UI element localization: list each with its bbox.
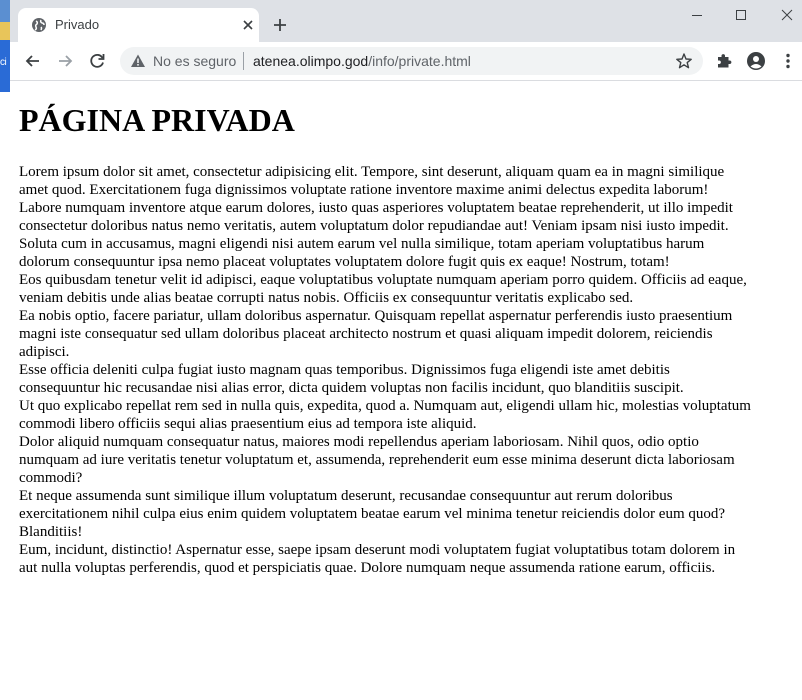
- body-text-line: Soluta cum in accusamus, magni eligendi …: [19, 236, 705, 252]
- globe-icon: [32, 18, 46, 32]
- minimize-icon[interactable]: [688, 6, 706, 24]
- close-icon[interactable]: [240, 17, 256, 33]
- address-bar[interactable]: No es seguro atenea.olimpo.god/info/priv…: [120, 47, 703, 75]
- body-text-line: commodi?: [19, 470, 83, 486]
- body-text-line: Ea nobis optio, facere pariatur, ullam d…: [19, 308, 733, 324]
- browser-window: Privado No es seguro atenea.olimpo.god/i…: [10, 0, 802, 700]
- body-text-line: Eum, incidunt, distinctio! Aspernatur es…: [19, 542, 736, 558]
- body-text-line: Esse officia deleniti culpa fugiat iusto…: [19, 362, 670, 378]
- kebab-menu-icon[interactable]: [778, 51, 798, 71]
- arrow-right-icon[interactable]: [55, 51, 75, 71]
- omnibox-separator: [243, 52, 244, 70]
- star-icon[interactable]: [675, 52, 693, 70]
- body-text-line: aut nulla voluptas perferendis, quod et …: [19, 560, 716, 576]
- body-text-line: Blanditiis!: [19, 524, 83, 540]
- url-path: /info/private.html: [368, 53, 471, 69]
- warning-icon[interactable]: [130, 53, 146, 69]
- body-text-line: Ut quo explicabo repellat rem sed in nul…: [19, 398, 751, 414]
- close-window-icon[interactable]: [778, 6, 796, 24]
- url-text[interactable]: atenea.olimpo.god/info/private.html: [253, 53, 471, 69]
- tab-privado[interactable]: Privado: [18, 8, 259, 42]
- body-text-line: Eos quibusdam tenetur velit id adipisci,…: [19, 272, 747, 288]
- reload-icon[interactable]: [87, 51, 107, 71]
- body-text-line: Et neque assumenda sunt similique illum …: [19, 488, 673, 504]
- tab-strip: Privado: [10, 0, 802, 42]
- page-title: PÁGINA PRIVADA: [19, 102, 295, 138]
- body-text-line: amet quod. Exercitationem fuga dignissim…: [19, 182, 709, 198]
- body-text-line: consectetur doloribus natus nemo veritat…: [19, 218, 729, 234]
- body-text-line: numquam ad iure veritatis tenetur volupt…: [19, 452, 735, 468]
- page-content: PÁGINA PRIVADA Lorem ipsum dolor sit ame…: [10, 81, 802, 577]
- desktop-folder-icon[interactable]: [0, 22, 10, 40]
- puzzle-icon[interactable]: [714, 51, 734, 71]
- url-host: atenea.olimpo.god: [253, 53, 369, 69]
- toolbar: No es seguro atenea.olimpo.god/info/priv…: [10, 42, 802, 81]
- desktop-item-label: ci: [0, 57, 7, 68]
- plus-icon[interactable]: [272, 17, 288, 33]
- body-text-line: magni iste consequatur sed ullam dolorib…: [19, 326, 713, 342]
- body-paragraph: Lorem ipsum dolor sit amet, consectetur …: [19, 163, 802, 577]
- body-text-line: commodi libero officiis sequi alias prae…: [19, 416, 477, 432]
- arrow-left-icon[interactable]: [23, 51, 43, 71]
- body-text-line: exercitationem nihil culpa eius enim qui…: [19, 506, 726, 522]
- tab-title: Privado: [55, 17, 100, 32]
- body-text-line: consequuntur hic recusandae nisi alias e…: [19, 380, 684, 396]
- body-text-line: Labore numquam inventore atque earum dol…: [19, 200, 733, 216]
- body-text-line: adipisci.: [19, 344, 70, 360]
- account-icon[interactable]: [746, 51, 766, 71]
- body-text-line: Lorem ipsum dolor sit amet, consectetur …: [19, 164, 725, 180]
- body-text-line: Dolor aliquid numquam consequatur natus,…: [19, 434, 699, 450]
- security-status-label[interactable]: No es seguro: [153, 53, 236, 69]
- body-text-line: veniam debitis unde alias beatae corrupt…: [19, 290, 634, 306]
- maximize-icon[interactable]: [732, 6, 750, 24]
- body-text-line: dolorum consequuntur ipsa nemo placeat v…: [19, 254, 670, 270]
- desktop-taskbar-fragment: [0, 0, 10, 22]
